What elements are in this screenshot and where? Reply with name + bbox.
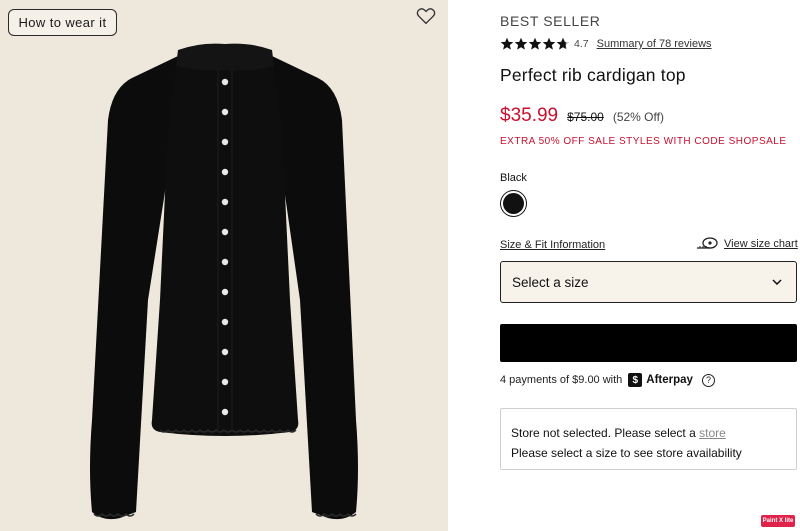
rating-stars	[500, 37, 570, 51]
afterpay-row: 4 payments of $9.00 with $ Afterpay ?	[500, 372, 715, 388]
star-icon	[514, 37, 528, 50]
select-store-link[interactable]: store	[699, 426, 726, 440]
color-label: Black	[500, 172, 527, 184]
original-price: $75.00	[567, 110, 604, 124]
star-icon	[542, 37, 556, 50]
reviews-summary-link[interactable]: Summary of 78 reviews	[597, 38, 712, 50]
percent-off: (52% Off)	[612, 110, 664, 124]
chevron-down-icon	[772, 279, 782, 285]
store-availability-box: Store not selected. Please select a stor…	[500, 408, 797, 470]
tape-measure-icon	[697, 237, 718, 249]
star-icon	[528, 37, 542, 50]
afterpay-text: 4 payments of $9.00 with	[500, 374, 623, 386]
heart-icon[interactable]	[416, 7, 436, 25]
store-size-hint: Please select a size to see store availa…	[511, 446, 742, 460]
promo-message: EXTRA 50% OFF SALE STYLES WITH CODE SHOP…	[500, 136, 787, 147]
info-icon[interactable]: ?	[701, 373, 715, 387]
star-half-icon	[556, 37, 570, 50]
star-icon	[500, 37, 514, 50]
size-select-value: Select a size	[512, 274, 589, 290]
store-status-text: Store not selected. Please select a	[511, 426, 696, 440]
product-image	[90, 43, 358, 520]
afterpay-brand: Afterpay	[646, 374, 693, 386]
size-select[interactable]: Select a size	[500, 261, 797, 303]
rating-row: 4.7 Summary of 78 reviews	[500, 36, 712, 52]
size-chart-label[interactable]: View size chart	[724, 238, 798, 250]
product-title: Perfect rib cardigan top	[500, 65, 686, 85]
swatch-fill	[503, 193, 524, 214]
product-details: BEST SELLER 4.7 Summary of 78 reviews Pe…	[500, 0, 800, 531]
how-to-wear-button[interactable]: How to wear it	[8, 9, 117, 36]
paint-extension-tag[interactable]: Paint X lite	[761, 515, 795, 527]
store-status-line: Store not selected. Please select a stor…	[511, 423, 796, 443]
color-swatch-black[interactable]	[500, 190, 527, 217]
add-to-bag-button[interactable]	[500, 324, 797, 362]
size-chart-link[interactable]: View size chart	[696, 237, 798, 251]
product-image-panel: How to wear it	[0, 0, 448, 531]
best-seller-badge: BEST SELLER	[500, 13, 601, 29]
size-fit-info-link[interactable]: Size & Fit Information	[500, 239, 605, 251]
afterpay-dollar-icon: $	[628, 373, 643, 387]
afterpay-logo: $ Afterpay	[628, 373, 693, 387]
sale-price: $35.99	[500, 105, 559, 126]
rating-value: 4.7	[574, 38, 589, 50]
price-row: $35.99 $75.00 (52% Off)	[500, 105, 664, 127]
